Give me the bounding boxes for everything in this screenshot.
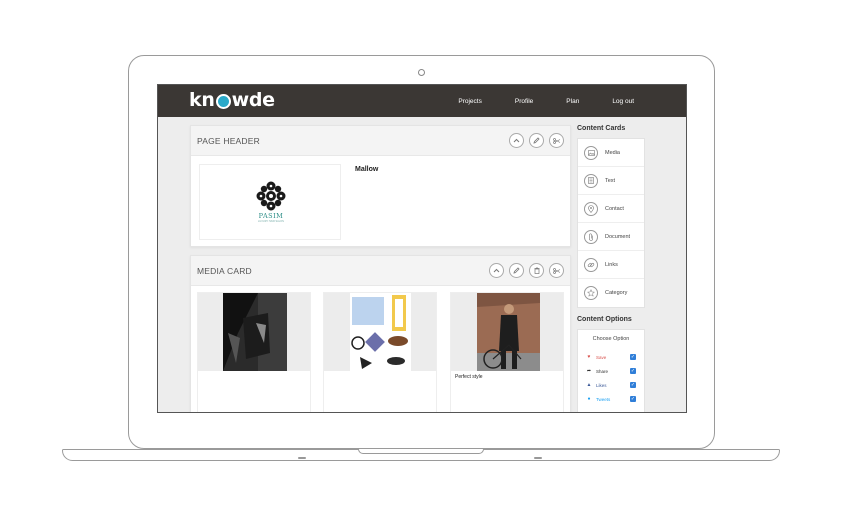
media-thumbnail — [451, 293, 563, 371]
photo-accessories-image — [324, 293, 436, 371]
media-item[interactable]: Perfect style — [450, 292, 564, 412]
content-cards-heading: Content Cards — [577, 125, 626, 132]
logo-text-end: wde — [231, 89, 275, 111]
option-row-share[interactable]: ➦ Share ✓ — [578, 364, 644, 378]
logo-tagline: LUXURY HAIR SALON — [258, 220, 284, 223]
panel-header: MEDIA CARD — [191, 256, 570, 286]
card-item-document[interactable]: Document — [578, 223, 644, 251]
card-item-contact[interactable]: Contact — [578, 195, 644, 223]
heart-icon: ♥ — [587, 354, 591, 360]
card-item-media[interactable]: Media — [578, 139, 644, 167]
edit-button[interactable] — [529, 133, 544, 148]
thumbs-up-icon: ▲ — [586, 382, 592, 388]
card-item-label: Media — [605, 149, 620, 156]
option-label: Share — [596, 368, 609, 374]
choose-option-label: Choose Option — [592, 336, 630, 342]
collapse-button[interactable] — [489, 263, 504, 278]
camera-icon — [418, 69, 425, 76]
chevron-up-icon — [513, 138, 520, 143]
media-card-panel: MEDIA CARD Perfect style — [190, 255, 571, 412]
collapse-button[interactable] — [509, 133, 524, 148]
location-pin-icon — [584, 201, 598, 216]
pasim-logo-icon — [256, 181, 286, 211]
photo-jacket-image — [198, 293, 310, 371]
card-item-label: Text — [605, 177, 616, 184]
option-checkbox[interactable]: ✓ — [630, 354, 636, 360]
nav-plan[interactable]: Plan — [566, 98, 579, 105]
option-checkbox[interactable]: ✓ — [630, 382, 636, 388]
option-label: Tweets — [596, 396, 611, 402]
scissors-icon — [552, 137, 560, 144]
header-heading[interactable]: Mallow — [355, 166, 378, 173]
photo-man-bicycle-image — [451, 293, 563, 371]
paperclip-icon — [584, 229, 598, 244]
pencil-icon — [533, 137, 540, 144]
chevron-up-icon — [493, 268, 500, 273]
header-image[interactable]: PASIM LUXURY HAIR SALON — [199, 164, 341, 240]
option-row-likes[interactable]: ▲ Likes ✓ — [578, 378, 644, 392]
brand-logo[interactable]: kn wde — [189, 89, 275, 111]
card-item-text[interactable]: Text — [578, 167, 644, 195]
logo-text-start: kn — [189, 89, 215, 111]
page-header-body: PASIM LUXURY HAIR SALON Mallow — [191, 156, 570, 246]
app-screen: kn wde Projects Profile Plan Log out PAG… — [157, 84, 687, 413]
scissors-icon — [552, 267, 560, 274]
pencil-icon — [513, 267, 520, 274]
edit-button[interactable] — [509, 263, 524, 278]
right-sidebar: Content Cards Media Text Contact Documen… — [577, 125, 645, 412]
page-header-panel: PAGE HEADER PASIM LUXURY HAIR SALON Mall… — [190, 125, 571, 247]
nav-profile[interactable]: Profile — [515, 98, 533, 105]
twitter-icon: ● — [587, 396, 591, 402]
option-row-save[interactable]: ♥ Save ✓ — [578, 350, 644, 364]
star-icon — [584, 286, 598, 300]
share-icon: ➦ — [586, 368, 592, 374]
nav-links: Projects Profile Plan Log out — [425, 85, 634, 117]
laptop-foot — [534, 457, 542, 459]
delete-button[interactable] — [529, 263, 544, 278]
panel-actions — [484, 263, 564, 278]
content-cards-list: Media Text Contact Document Links Catego… — [577, 138, 645, 308]
media-item[interactable] — [197, 292, 311, 412]
document-text-icon — [584, 173, 598, 188]
nav-projects[interactable]: Projects — [458, 98, 481, 105]
laptop-notch — [358, 449, 484, 454]
card-item-label: Links — [605, 261, 618, 268]
panel-actions — [504, 133, 564, 148]
location-pin-icon — [215, 93, 231, 109]
content-options-heading: Content Options — [577, 316, 632, 323]
nav-logout[interactable]: Log out — [612, 98, 634, 105]
top-navbar: kn wde Projects Profile Plan Log out — [158, 85, 686, 117]
logo-wordmark: PASIM — [258, 212, 284, 220]
panel-header: PAGE HEADER — [191, 126, 570, 156]
cut-button[interactable] — [549, 263, 564, 278]
trash-icon — [534, 267, 539, 274]
content-options-box: Choose Option ♥ Save ✓ ➦ Share ✓ ▲ Likes… — [577, 329, 645, 412]
card-item-label: Contact — [605, 205, 624, 212]
panel-title: PAGE HEADER — [197, 135, 260, 146]
card-item-links[interactable]: Links — [578, 251, 644, 279]
laptop-foot — [298, 457, 306, 459]
cut-button[interactable] — [549, 133, 564, 148]
media-caption: Perfect style — [455, 374, 483, 380]
main-column: PAGE HEADER PASIM LUXURY HAIR SALON Mall… — [190, 125, 571, 412]
panel-title: MEDIA CARD — [197, 265, 252, 276]
media-item[interactable] — [323, 292, 437, 412]
media-thumbnail — [324, 293, 436, 371]
option-label: Save — [596, 354, 607, 360]
card-item-label: Document — [605, 233, 631, 240]
image-icon — [584, 145, 598, 160]
option-row-tweets[interactable]: ● Tweets ✓ — [578, 392, 644, 406]
card-item-label: Category — [605, 290, 628, 296]
media-thumbnail — [198, 293, 310, 371]
option-checkbox[interactable]: ✓ — [630, 368, 636, 374]
link-icon — [584, 257, 598, 272]
media-grid: Perfect style — [191, 286, 570, 412]
option-label: Likes — [596, 382, 607, 388]
card-item-category[interactable]: Category — [578, 279, 644, 307]
option-checkbox[interactable]: ✓ — [630, 396, 636, 402]
